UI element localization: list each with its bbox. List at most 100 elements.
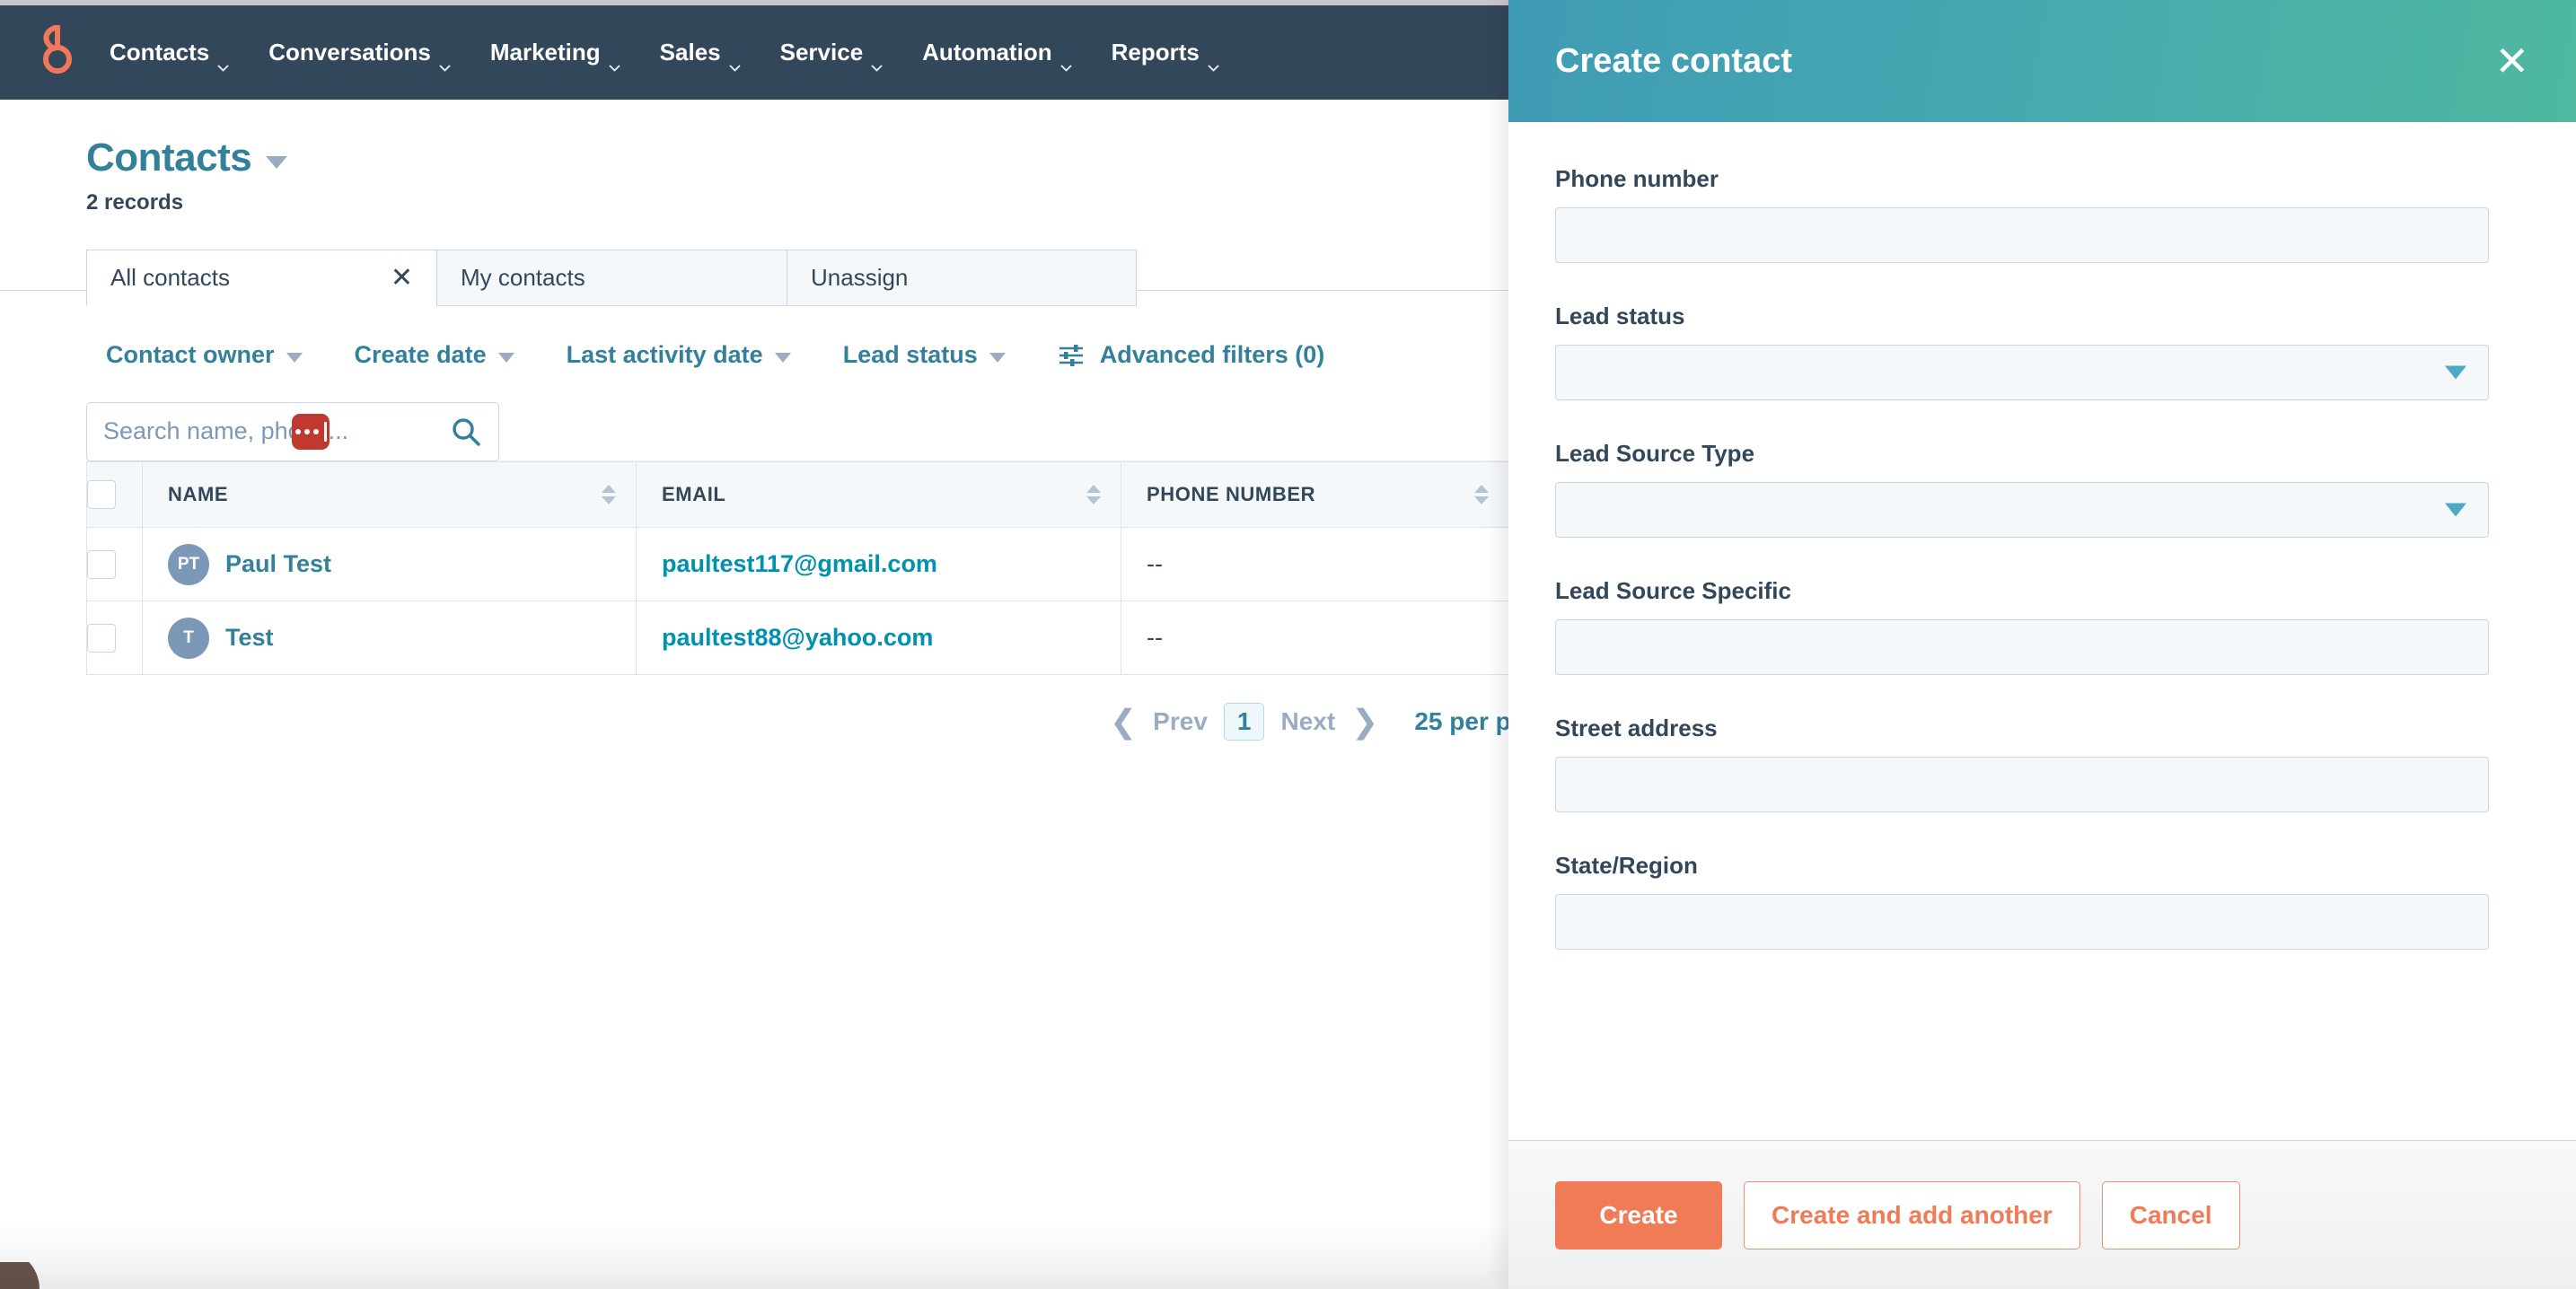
column-header-email[interactable]: EMAIL bbox=[636, 461, 1121, 528]
nav-item-label: Contacts bbox=[110, 39, 210, 66]
close-x-icon[interactable]: ✕ bbox=[391, 264, 413, 292]
nav-item-label: Reports bbox=[1111, 39, 1200, 66]
search-magnifier-icon[interactable] bbox=[450, 416, 482, 448]
sort-toggle-icon[interactable] bbox=[1086, 485, 1101, 504]
next-page-button[interactable]: Next bbox=[1280, 707, 1335, 736]
tab-label: Unassign bbox=[811, 264, 909, 291]
nav-item-sales[interactable]: Sales bbox=[640, 5, 760, 100]
chevron-down-icon bbox=[217, 50, 229, 72]
search-input[interactable]: Search name, phone... bbox=[86, 401, 499, 461]
caret-down-icon bbox=[2445, 365, 2466, 380]
phone-value: -- bbox=[1147, 624, 1163, 651]
table-row[interactable]: PT Paul Test paultest117@gmail.com -- bbox=[86, 527, 1509, 601]
contact-email-link[interactable]: paultest117@gmail.com bbox=[637, 550, 937, 578]
column-header-phone-number[interactable]: PHONE NUMBER bbox=[1121, 461, 1509, 528]
tab-unassigned[interactable]: Unassign bbox=[787, 250, 1137, 306]
panel-footer: Create Create and add another Cancel bbox=[1508, 1140, 2576, 1289]
page-number-1[interactable]: 1 bbox=[1223, 703, 1265, 741]
filter-lead-status[interactable]: Lead status bbox=[843, 341, 1006, 369]
column-label: NAME bbox=[168, 483, 229, 505]
nav-item-marketing[interactable]: Marketing bbox=[470, 5, 640, 100]
select-all-checkbox[interactable] bbox=[87, 480, 116, 509]
lead-source-specific-input[interactable] bbox=[1555, 619, 2489, 675]
sort-toggle-icon[interactable] bbox=[602, 485, 616, 504]
nav-item-label: Sales bbox=[659, 39, 721, 66]
caret-down-icon bbox=[989, 353, 1006, 363]
search-placeholder: Search name, phone... bbox=[103, 417, 349, 444]
panel-title: Create contact bbox=[1555, 41, 1792, 80]
contacts-table: NAME EMAIL PHONE NUMBER PT Paul Test pau… bbox=[86, 461, 1509, 675]
field-lead-source-specific: Lead Source Specific bbox=[1555, 577, 2529, 675]
street-address-input[interactable] bbox=[1555, 757, 2489, 812]
caret-down-icon[interactable] bbox=[266, 156, 288, 169]
nav-item-label: Conversations bbox=[268, 39, 431, 66]
navbar-items: Contacts Conversations Marketing Sales S… bbox=[90, 5, 1239, 100]
app-root: Contacts Conversations Marketing Sales S… bbox=[0, 0, 2576, 1289]
create-button[interactable]: Create bbox=[1555, 1180, 1722, 1250]
text-cursor-badge bbox=[292, 413, 330, 450]
table-body: PT Paul Test paultest117@gmail.com -- T … bbox=[86, 527, 1509, 675]
chevron-right-icon[interactable]: ❯ bbox=[1351, 706, 1378, 738]
prev-page-button[interactable]: Prev bbox=[1153, 707, 1208, 736]
filter-last-activity-date[interactable]: Last activity date bbox=[567, 341, 791, 369]
page-title[interactable]: Contacts bbox=[86, 136, 252, 180]
contact-name-link[interactable]: Paul Test bbox=[225, 550, 331, 578]
nav-item-contacts[interactable]: Contacts bbox=[90, 5, 249, 100]
sort-toggle-icon[interactable] bbox=[1474, 485, 1489, 504]
chevron-down-icon bbox=[728, 50, 741, 72]
filter-label: Create date bbox=[354, 341, 487, 368]
column-header-name[interactable]: NAME bbox=[142, 461, 637, 528]
avatar: T bbox=[168, 617, 209, 659]
filter-label: Last activity date bbox=[566, 341, 763, 368]
nav-item-automation[interactable]: Automation bbox=[902, 5, 1091, 100]
field-label: Phone number bbox=[1555, 165, 1719, 192]
cell-phone: -- bbox=[1121, 601, 1509, 675]
page-heading-block: Contacts 2 records bbox=[0, 100, 1508, 215]
filter-label: Contact owner bbox=[106, 341, 275, 368]
create-contact-panel: Create contact ✕ Phone number Lead statu… bbox=[1508, 0, 2576, 1289]
view-tabs: All contacts ✕ My contacts Unassign bbox=[86, 250, 1508, 306]
pagination: ❮ Prev 1 Next ❯ 25 per page bbox=[1110, 703, 1554, 741]
select-all-header bbox=[86, 461, 143, 528]
field-label: Street address bbox=[1555, 715, 1718, 741]
state-region-input[interactable] bbox=[1555, 894, 2489, 950]
panel-form: Phone number Lead status Lead Source Typ… bbox=[1508, 122, 2576, 1140]
create-and-add-another-button[interactable]: Create and add another bbox=[1744, 1180, 2080, 1250]
advanced-filters-button[interactable]: Advanced filters (0) bbox=[1058, 341, 1324, 369]
field-lead-source-type: Lead Source Type bbox=[1555, 440, 2529, 538]
field-label: Lead status bbox=[1555, 303, 1685, 329]
cell-email: paultest117@gmail.com bbox=[636, 527, 1121, 601]
lead-source-type-select[interactable] bbox=[1555, 482, 2489, 538]
nav-item-label: Marketing bbox=[489, 39, 601, 66]
tab-my-contacts[interactable]: My contacts bbox=[436, 250, 787, 306]
tab-all-contacts[interactable]: All contacts ✕ bbox=[86, 250, 436, 306]
close-x-icon[interactable]: ✕ bbox=[2494, 40, 2529, 82]
cancel-button[interactable]: Cancel bbox=[2101, 1180, 2240, 1250]
cell-phone: -- bbox=[1121, 527, 1509, 601]
lead-status-select[interactable] bbox=[1555, 345, 2489, 400]
filter-label: Lead status bbox=[842, 341, 978, 368]
nav-item-service[interactable]: Service bbox=[760, 5, 903, 100]
cell-email: paultest88@yahoo.com bbox=[636, 601, 1121, 675]
field-label: Lead Source Specific bbox=[1555, 577, 1791, 604]
chevron-left-icon[interactable]: ❮ bbox=[1110, 706, 1137, 738]
filter-contact-owner[interactable]: Contact owner bbox=[106, 341, 303, 369]
filter-create-date[interactable]: Create date bbox=[355, 341, 514, 369]
contact-name-link[interactable]: Test bbox=[225, 624, 274, 652]
avatar: PT bbox=[168, 543, 209, 585]
chevron-down-icon bbox=[1059, 50, 1072, 72]
nav-item-reports[interactable]: Reports bbox=[1092, 5, 1239, 100]
page-title-row: Contacts bbox=[86, 136, 1508, 180]
table-row[interactable]: T Test paultest88@yahoo.com -- bbox=[86, 601, 1509, 675]
chevron-down-icon bbox=[439, 50, 451, 72]
column-label: EMAIL bbox=[662, 483, 726, 505]
caret-down-icon bbox=[497, 353, 514, 363]
filter-sliders-icon bbox=[1058, 344, 1085, 367]
nav-item-conversations[interactable]: Conversations bbox=[249, 5, 470, 100]
row-checkbox[interactable] bbox=[87, 549, 116, 579]
row-checkbox[interactable] bbox=[87, 623, 116, 653]
phone-number-input[interactable] bbox=[1555, 207, 2489, 263]
contact-email-link[interactable]: paultest88@yahoo.com bbox=[637, 624, 933, 652]
caret-down-icon bbox=[286, 353, 303, 363]
hubspot-sprocket-logo[interactable] bbox=[13, 24, 90, 81]
